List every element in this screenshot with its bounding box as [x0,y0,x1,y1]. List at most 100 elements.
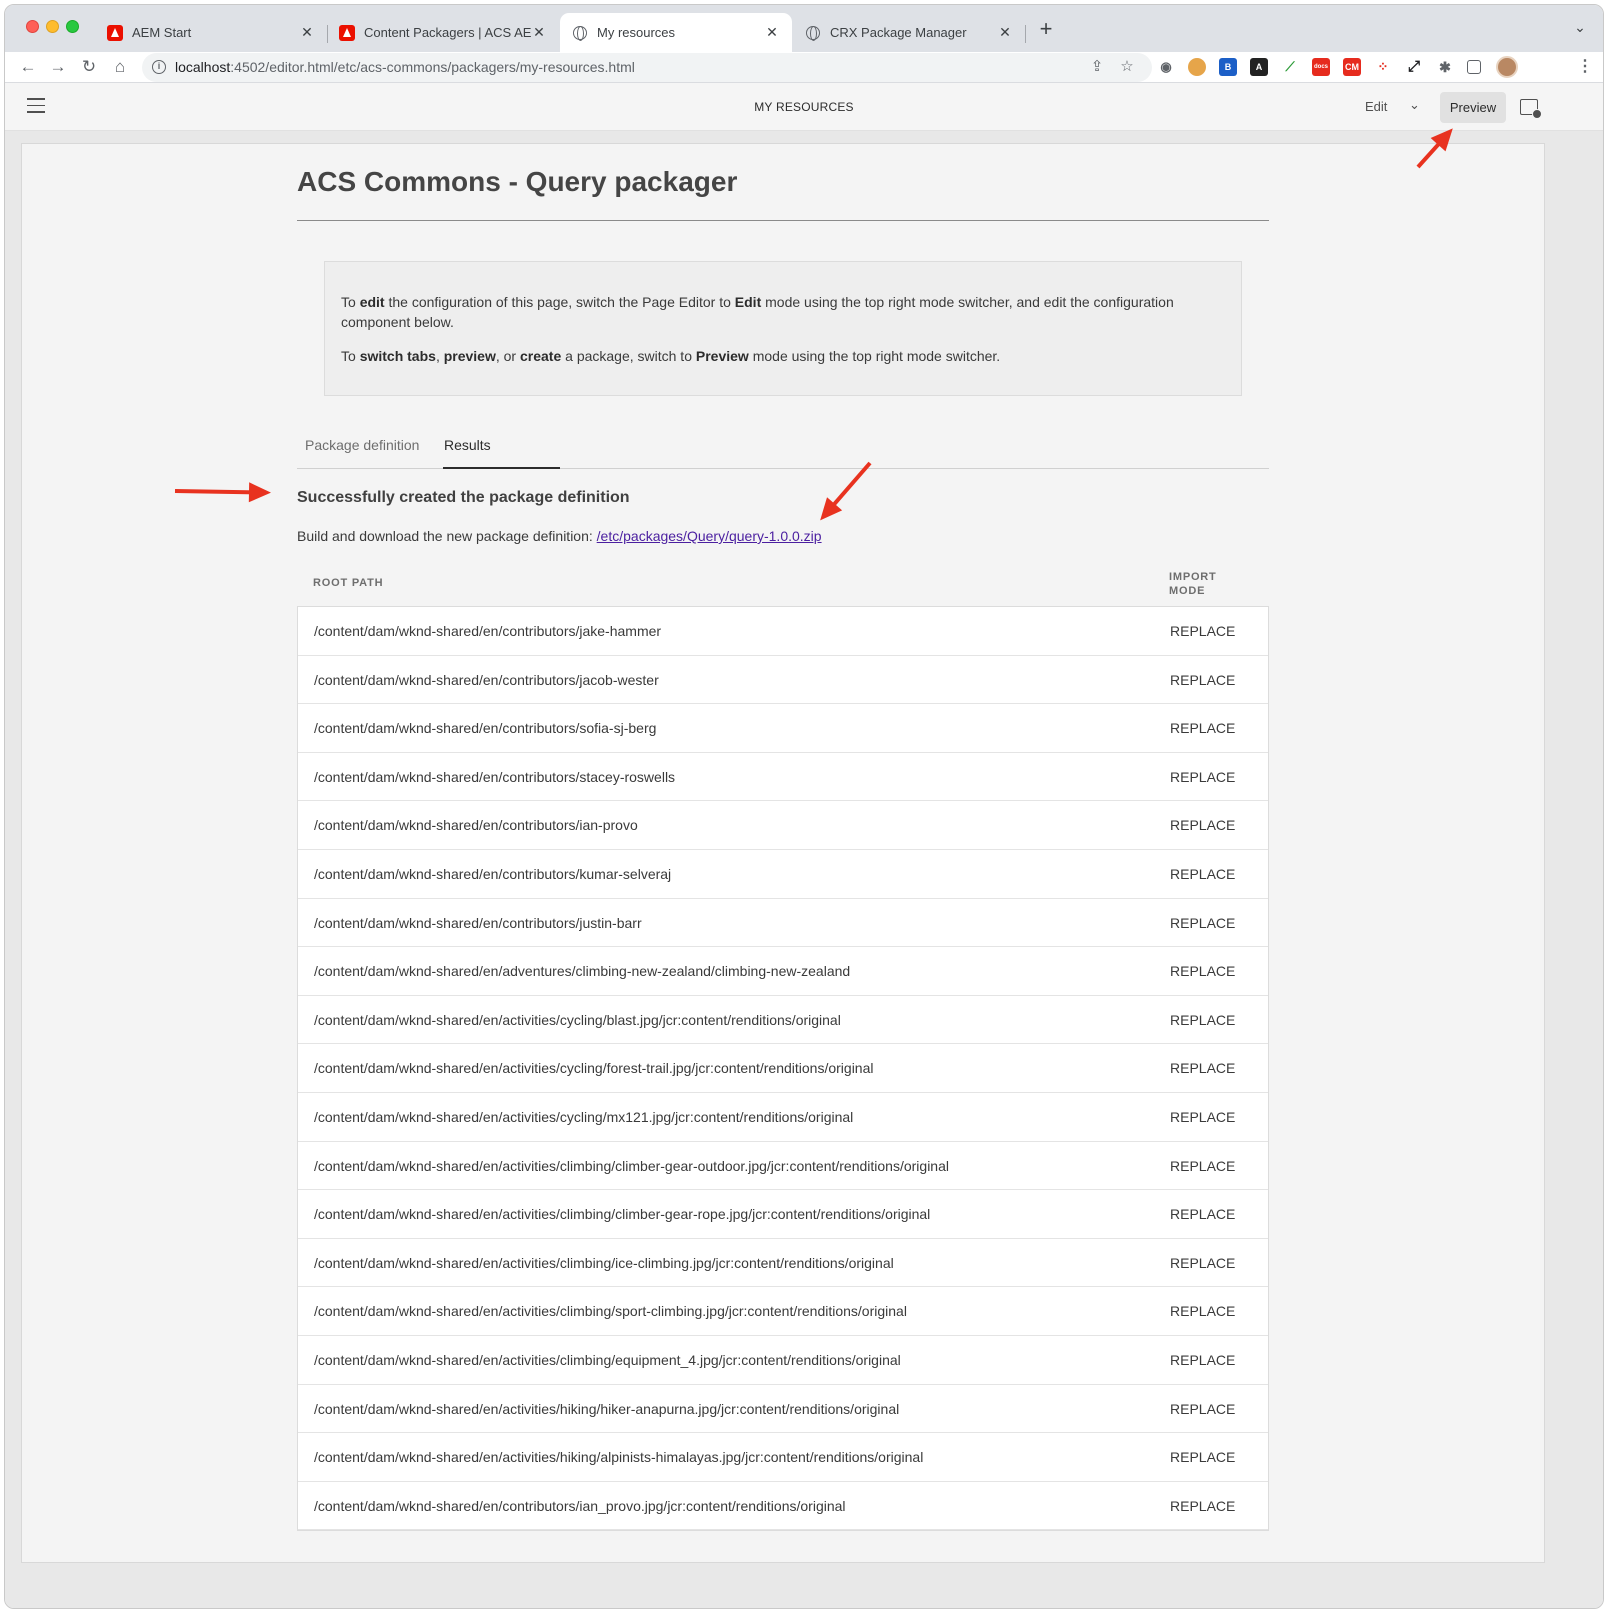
browser-tab-crx-package-manager[interactable]: CRX Package Manager ✕ [793,13,1025,52]
table-row: /content/dam/wknd-shared/en/activities/c… [298,1287,1268,1336]
root-path-cell: /content/dam/wknd-shared/en/contributors… [314,914,642,931]
extension-docs-icon[interactable]: docs [1312,58,1330,76]
close-tab-icon[interactable]: ✕ [764,24,780,41]
url-text[interactable]: localhost:4502/editor.html/etc/acs-commo… [175,59,635,75]
editor-page-title: MY RESOURCES [754,100,854,114]
import-mode-cell: REPLACE [1170,1351,1236,1368]
side-panel-icon[interactable] [1467,60,1481,74]
table-row: /content/dam/wknd-shared/en/contributors… [298,850,1268,899]
table-row: /content/dam/wknd-shared/en/contributors… [298,899,1268,948]
table-row: /content/dam/wknd-shared/en/activities/c… [298,1336,1268,1385]
instructions-preview: To switch tabs, preview, or create a pac… [341,348,1001,364]
import-mode-cell: REPLACE [1170,1011,1236,1028]
root-path-cell: /content/dam/wknd-shared/en/contributors… [314,1497,846,1514]
globe-icon [805,25,821,41]
forward-arrow-icon[interactable]: → [47,56,69,78]
tab-search-chevron-icon[interactable]: ⌄ [1571,19,1589,37]
minimize-window-button[interactable] [46,20,59,33]
table-row: /content/dam/wknd-shared/en/activities/h… [298,1385,1268,1434]
root-path-cell: /content/dam/wknd-shared/en/activities/h… [314,1449,924,1466]
root-path-cell: /content/dam/wknd-shared/en/activities/c… [314,1351,901,1368]
root-path-cell: /content/dam/wknd-shared/en/activities/c… [314,1011,841,1028]
table-row: /content/dam/wknd-shared/en/activities/c… [298,1239,1268,1288]
active-tab-indicator [443,467,560,469]
root-path-cell: /content/dam/wknd-shared/en/activities/c… [314,1157,949,1174]
table-row: /content/dam/wknd-shared/en/contributors… [298,607,1268,656]
extension-adobe-icon[interactable]: A [1250,58,1268,76]
import-mode-cell: REPLACE [1170,1497,1236,1514]
globe-icon [572,25,588,41]
browser-tab-my-resources[interactable]: My resources ✕ [560,13,792,52]
tab-results[interactable]: Results [444,434,491,469]
import-mode-cell: REPLACE [1170,865,1236,882]
bookmark-star-icon[interactable]: ☆ [1118,58,1136,76]
root-path-cell: /content/dam/wknd-shared/en/activities/c… [314,1303,907,1320]
home-icon[interactable]: ⌂ [109,56,131,78]
root-path-cell: /content/dam/wknd-shared/en/adventures/c… [314,963,851,980]
preview-mode-button[interactable]: Preview [1440,92,1506,123]
extension-cm-icon[interactable]: CM [1343,58,1361,76]
close-tab-icon[interactable]: ✕ [997,24,1013,41]
import-mode-cell: REPLACE [1170,1206,1236,1223]
browser-menu-icon[interactable]: ⋮ [1577,57,1593,77]
instructions-box: To edit the configuration of this page, … [324,261,1242,396]
table-row: /content/dam/wknd-shared/en/activities/c… [298,996,1268,1045]
import-mode-cell: REPLACE [1170,768,1236,785]
column-root-path: ROOT PATH [313,577,384,589]
tab-title: Content Packagers | ACS AEM [364,25,531,40]
annotations-icon[interactable] [1520,99,1542,119]
table-row: /content/dam/wknd-shared/en/activities/c… [298,1044,1268,1093]
new-tab-button[interactable]: + [1035,18,1057,41]
edit-mode-button[interactable]: Edit [1365,99,1387,114]
root-path-cell: /content/dam/wknd-shared/en/activities/h… [314,1400,900,1417]
build-download-text: Build and download the new package defin… [297,528,822,544]
close-tab-icon[interactable]: ✕ [531,24,547,41]
root-path-cell: /content/dam/wknd-shared/en/contributors… [314,671,659,688]
back-arrow-icon[interactable]: ← [17,56,39,78]
root-path-cell: /content/dam/wknd-shared/en/activities/c… [314,1206,931,1223]
root-path-cell: /content/dam/wknd-shared/en/activities/c… [314,1060,874,1077]
url-path: :4502/editor.html/etc/acs-commons/packag… [230,59,635,75]
extension-cookie-icon[interactable] [1188,58,1206,76]
maximize-window-button[interactable] [66,20,79,33]
site-info-icon[interactable]: i [152,60,166,74]
mode-chevron-down-icon[interactable]: ⌄ [1409,97,1420,113]
table-row: /content/dam/wknd-shared/en/adventures/c… [298,947,1268,996]
package-download-link[interactable]: /etc/packages/Query/query-1.0.0.zip [597,528,822,544]
extension-shield-icon[interactable]: ◉ [1157,58,1175,76]
tab-title: My resources [597,25,676,40]
extension-expand-icon[interactable]: ⤢ [1405,58,1423,76]
editor-header: MY RESOURCES Edit ⌄ Preview [5,83,1603,131]
close-tab-icon[interactable]: ✕ [299,24,315,41]
results-table-header: ROOT PATH IMPORT MODE [297,569,1269,607]
tab-strip: AEM Start ✕ Content Packagers | ACS AEM … [5,5,1603,52]
address-bar[interactable]: i localhost:4502/editor.html/etc/acs-com… [142,53,1152,82]
extension-blue-icon[interactable]: B [1219,58,1237,76]
browser-window: AEM Start ✕ Content Packagers | ACS AEM … [4,4,1604,1609]
import-mode-cell: REPLACE [1170,914,1236,931]
root-path-cell: /content/dam/wknd-shared/en/contributors… [314,768,676,785]
editor-canvas: ACS Commons - Query packager To edit the… [5,131,1603,1608]
root-path-cell: /content/dam/wknd-shared/en/contributors… [314,865,672,882]
share-icon[interactable]: ⇪ [1088,58,1106,76]
table-row: /content/dam/wknd-shared/en/contributors… [298,1482,1268,1531]
extension-dots-icon[interactable]: ⁘ [1374,58,1392,76]
root-path-cell: /content/dam/wknd-shared/en/contributors… [314,720,657,737]
extensions-puzzle-icon[interactable]: ✱ [1436,58,1454,76]
tab-package-definition[interactable]: Package definition [305,434,419,469]
close-window-button[interactable] [26,20,39,33]
success-heading: Successfully created the package definit… [297,489,630,506]
import-mode-cell: REPLACE [1170,720,1236,737]
import-mode-cell: REPLACE [1170,671,1236,688]
extension-green-icon[interactable]: ⟋ [1281,58,1299,76]
reload-icon[interactable]: ↻ [78,56,100,78]
instructions-edit: To edit the configuration of this page, … [341,294,1174,330]
adobe-icon [107,24,123,41]
browser-tab-aem-start[interactable]: AEM Start ✕ [95,13,327,52]
table-row: /content/dam/wknd-shared/en/activities/c… [298,1142,1268,1191]
title-divider [297,220,1269,221]
profile-avatar[interactable] [1496,56,1518,78]
browser-tab-content-packagers[interactable]: Content Packagers | ACS AEM ✕ [327,13,559,52]
results-table: /content/dam/wknd-shared/en/contributors… [297,606,1269,1532]
url-host: localhost [175,59,231,75]
